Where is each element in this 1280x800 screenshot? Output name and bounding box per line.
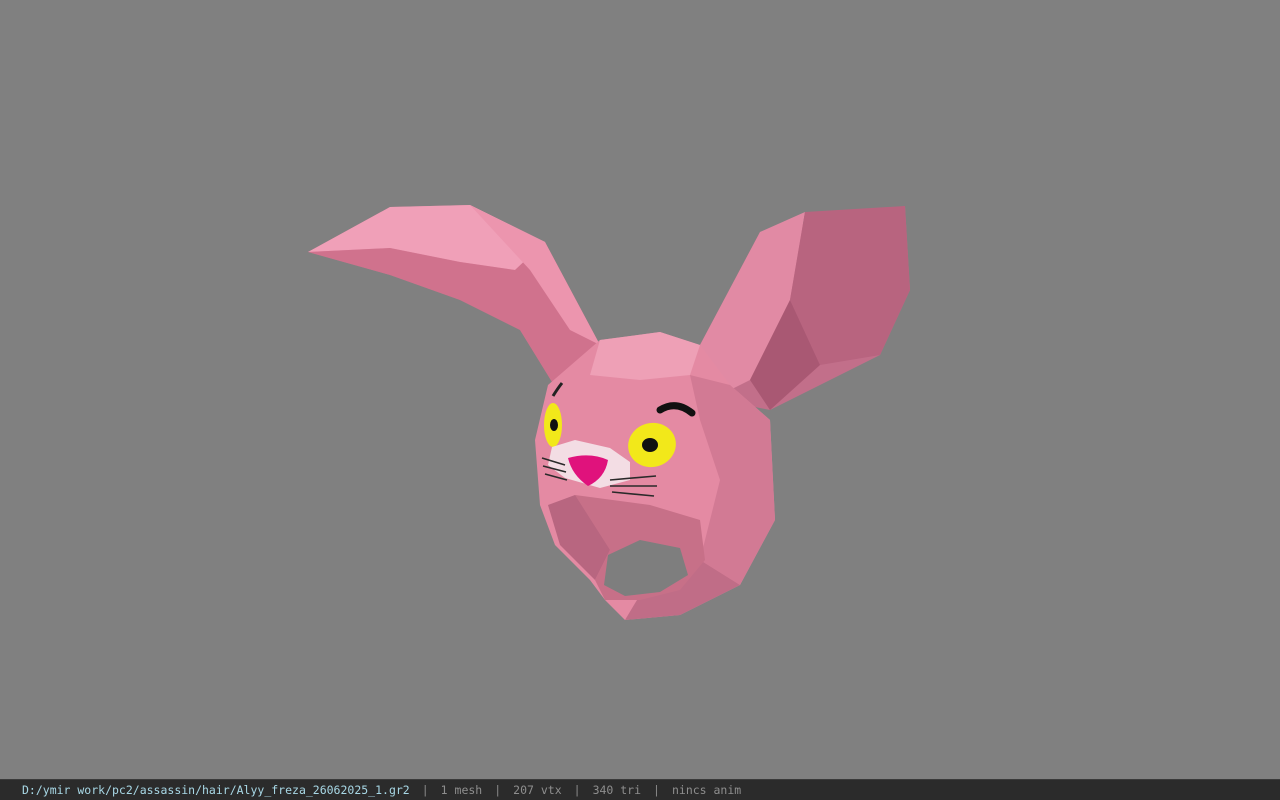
status-bar: D:/ymir work/pc2/assassin/hair/Alyy_frez… <box>0 779 1280 800</box>
3d-viewport[interactable] <box>0 0 1280 779</box>
separator: | <box>653 783 660 797</box>
file-path-label: D:/ymir work/pc2/assassin/hair/Alyy_frez… <box>22 783 410 797</box>
mesh-count-label: 1 mesh <box>440 783 483 797</box>
separator: | <box>573 783 581 797</box>
vertex-count-label: 207 vtx <box>513 783 562 797</box>
bunny-hood-model[interactable] <box>0 0 1280 779</box>
animation-status-label: nincs anim <box>671 783 742 797</box>
separator: | <box>421 783 429 797</box>
right-ear <box>700 206 910 410</box>
left-ear <box>308 205 600 395</box>
triangle-count-label: 340 tri <box>592 783 642 797</box>
separator: | <box>494 783 502 797</box>
